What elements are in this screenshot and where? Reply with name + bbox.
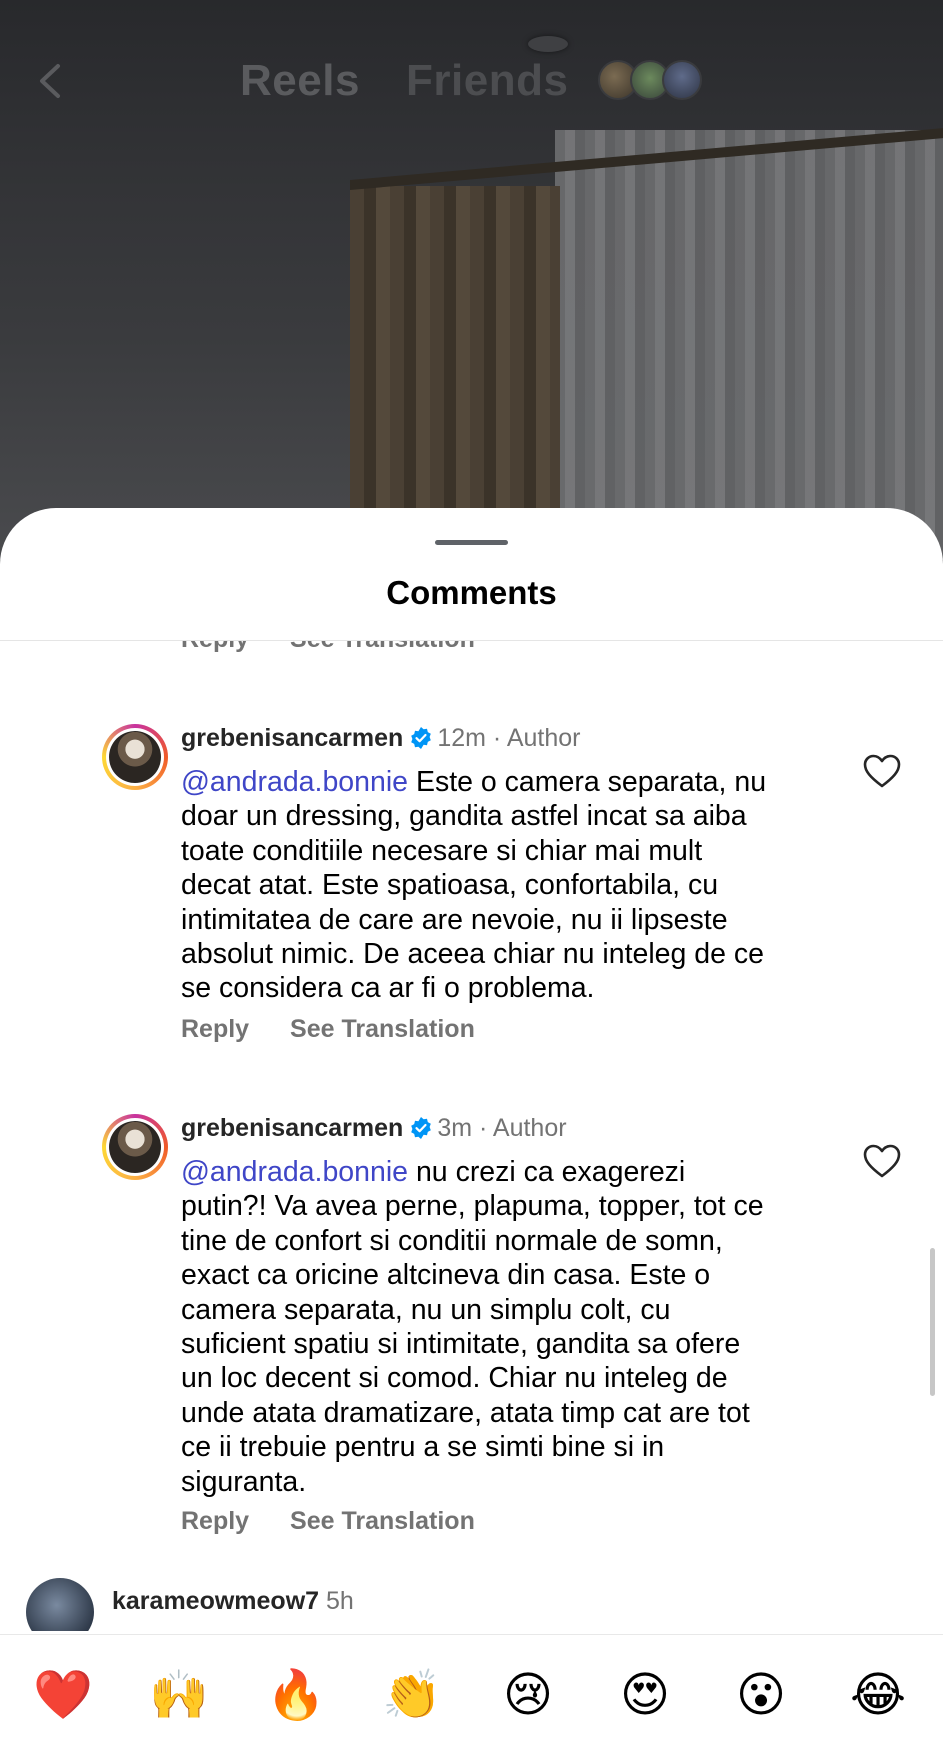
comment-username[interactable]: grebenisancarmen (181, 1114, 403, 1142)
sheer-curtain (555, 130, 943, 560)
sheet-title: Comments (386, 574, 557, 611)
reply-button[interactable]: Reply (181, 1507, 249, 1535)
verified-badge-icon (411, 727, 432, 749)
comment-username[interactable]: karameowmeow7 (112, 1587, 319, 1615)
comments-list[interactable]: Reply See Translation grebenisancarmen 12… (0, 641, 943, 1631)
comment-time: 3m (437, 1114, 473, 1142)
author-tag: Author (492, 1114, 567, 1142)
mention-link[interactable]: @andrada.bonnie (181, 1156, 408, 1188)
tears-of-joy-emoji-button[interactable]: 😂 (848, 1665, 908, 1725)
reel-video-background: Reels Friends (0, 0, 943, 560)
surprised-face-emoji-button[interactable]: 😮 (731, 1665, 791, 1725)
avatar-photo (109, 731, 161, 783)
friend-avatar (662, 60, 702, 100)
comment-username[interactable]: grebenisancarmen (181, 724, 403, 752)
see-translation-button[interactable]: See Translation (290, 641, 475, 653)
emoji-reaction-bar: ❤️ 🙌 🔥 👏 😢 😍 😮 😂 (0, 1634, 943, 1750)
reply-button[interactable]: Reply (181, 641, 249, 653)
tab-friends[interactable]: Friends (406, 56, 568, 106)
comment-text: @andrada.bonnie Este o camera separata, … (181, 766, 767, 1005)
back-button[interactable] (28, 58, 74, 104)
mention-link[interactable]: @andrada.bonnie (181, 766, 408, 798)
red-heart-emoji-button[interactable]: ❤️ (33, 1665, 93, 1725)
comment-actions: Reply See Translation (181, 1015, 509, 1044)
see-translation-button[interactable]: See Translation (290, 1015, 475, 1043)
scrollbar[interactable] (930, 1248, 935, 1396)
comments-sheet: Comments Reply See Translation grebenisa… (0, 508, 943, 1750)
friends-avatars[interactable] (598, 60, 708, 100)
verified-badge-icon (411, 1117, 432, 1139)
clapping-hands-emoji-button[interactable]: 👏 (382, 1665, 442, 1725)
like-heart-icon[interactable] (862, 1143, 902, 1179)
avatar-photo (109, 1121, 161, 1173)
fire-emoji-button[interactable]: 🔥 (266, 1665, 326, 1725)
see-translation-button[interactable]: See Translation (290, 1507, 475, 1535)
like-heart-icon[interactable] (862, 753, 902, 789)
sheet-drag-handle[interactable] (435, 540, 508, 545)
chevron-left-icon (40, 64, 60, 98)
author-tag: Author (506, 724, 581, 752)
reply-button[interactable]: Reply (181, 1015, 249, 1043)
comment-text: @andrada.bonnie nu crezi ca exagerezi pu… (181, 1156, 764, 1498)
comment-actions: Reply See Translation (181, 1507, 509, 1536)
comment-actions: Reply See Translation (181, 641, 509, 654)
reels-top-bar: Reels Friends (0, 40, 943, 120)
tab-reels[interactable]: Reels (240, 56, 360, 106)
comment-header: grebenisancarmen 12m · Author (181, 724, 581, 752)
avatar[interactable] (26, 1578, 94, 1631)
crying-face-emoji-button[interactable]: 😢 (498, 1665, 558, 1725)
avatar[interactable] (102, 1114, 168, 1180)
comment-header: grebenisancarmen 3m · Author (181, 1114, 567, 1142)
raising-hands-emoji-button[interactable]: 🙌 (149, 1665, 209, 1725)
comment-time: 12m (437, 724, 486, 752)
comment-header: karameowmeow7 5h (112, 1587, 354, 1616)
avatar[interactable] (102, 724, 168, 790)
comment-time: 5h (326, 1587, 354, 1615)
heart-eyes-emoji-button[interactable]: 😍 (615, 1665, 675, 1725)
dark-curtain (350, 186, 560, 560)
